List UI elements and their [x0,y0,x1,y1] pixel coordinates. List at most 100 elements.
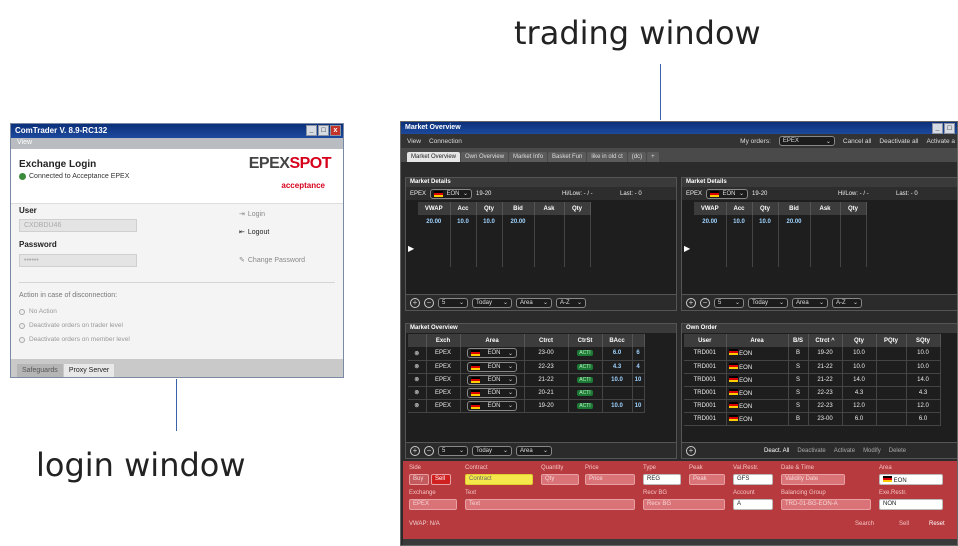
radio-member-level[interactable]: Deactivate orders on member level [19,336,130,343]
search-button[interactable]: Search [855,521,874,527]
area-select[interactable]: EON ⌄ [467,348,517,359]
tab-own-overview[interactable]: Own Overview [461,152,509,162]
close-icon[interactable]: x [330,125,341,136]
area-select[interactable]: EON ⌄ [467,400,517,411]
day-select[interactable]: Today ⌄ [748,297,788,308]
tab-like-old-ct[interactable]: like in old ct [587,152,627,162]
recv-bg-field[interactable]: Recv BG [643,499,725,510]
close-icon[interactable]: ⊗ [408,373,427,387]
close-icon[interactable]: ⊗ [408,347,427,361]
own-order-pane: Own Order User Area B/S Ctrct ^ Qty PQty SQty … [681,323,957,459]
depth-select[interactable]: 5 ⌄ [714,297,744,308]
login-heading: Exchange Login [19,159,97,170]
close-icon[interactable]: ⊗ [408,399,427,413]
area-select[interactable]: EON [879,474,943,485]
menu-view[interactable]: View [407,138,421,145]
tab-market-info[interactable]: Market Info [509,152,548,162]
exchange-select[interactable]: EPEX [409,499,457,510]
area-select[interactable]: EON ⌄ [467,387,517,398]
price-field[interactable]: Price [585,474,635,485]
deactivate-all-button[interactable]: Deactivate all [879,138,918,145]
trading-title-bar: Market Overview _ □ [401,122,957,134]
pane-title: Market Details [406,178,676,187]
add-icon[interactable]: + [410,297,420,308]
add-icon[interactable]: + [410,445,420,456]
table-row: ⊗ EPEX EON ⌄ 23-00 ACTI 6.0 6 [408,347,645,361]
minimize-icon[interactable]: _ [306,125,317,136]
tab-basket-fun[interactable]: Basket Fun [548,152,587,162]
login-status: Connected to Acceptance EPEX [19,173,129,180]
play-icon: ▶ [684,244,691,253]
add-tab-button[interactable]: + [647,152,659,162]
add-icon[interactable]: + [686,445,696,456]
activate-all-button[interactable]: Activate a [926,138,955,145]
reset-button[interactable]: Reset [929,521,945,527]
tab-dc[interactable]: (dc) [627,152,647,162]
activate-button[interactable]: Activate [834,448,855,454]
peak-field[interactable]: Peak [689,474,725,485]
area-filter-select[interactable]: Area ⌄ [516,445,552,456]
validity-restriction-select[interactable]: GFS [733,474,773,485]
day-select[interactable]: Today ⌄ [472,297,512,308]
sell-button[interactable]: Sell [431,474,451,485]
quantity-field[interactable]: Qty [541,474,579,485]
login-button[interactable]: ⇥ Login [239,210,265,219]
chevron-down-icon: ⌄ [825,138,831,145]
logout-button[interactable]: ⇤ Logout [239,228,269,237]
trading-window: Market Overview _ □ View Connection My or… [400,121,958,546]
execution-restriction-select[interactable]: NON [879,499,943,510]
radio-trader-level[interactable]: Deactivate orders on trader level [19,322,123,329]
account-select[interactable]: A [733,499,773,510]
area-select[interactable]: EON ⌄ [467,361,517,372]
change-password-button[interactable]: ✎ Change Password [239,256,305,265]
market-details-footer: + − 5 ⌄ Today ⌄ Area ⌄ A-Z ⌄ [682,294,957,310]
password-field[interactable]: •••••• [19,254,137,267]
login-header: Exchange Login Connected to Acceptance E… [11,149,343,204]
edit-icon: ✎ [239,257,245,264]
user-field[interactable]: CXDBDU46 [19,219,137,232]
market-details-footer: + − 5 ⌄ Today ⌄ Area ⌄ A-Z ⌄ [406,294,676,310]
deactivate-button[interactable]: Deactivate [797,448,825,454]
depth-select[interactable]: 5 ⌄ [438,297,468,308]
sort-select[interactable]: A-Z ⌄ [832,297,862,308]
tab-proxy-server[interactable]: Proxy Server [63,364,115,377]
cancel-all-button[interactable]: Cancel all [843,138,872,145]
balancing-group-select[interactable]: TRD-01-BG-EON-A [781,499,871,510]
text-field[interactable]: Text [465,499,635,510]
disconnect-action-label: Action in case of disconnection: [19,292,118,299]
table-row: ⊗ EPEX EON ⌄ 22-23 ACTI 4.3 4 [408,360,645,374]
remove-icon[interactable]: − [700,297,710,308]
my-orders-select[interactable]: EPEX ⌄ [778,136,835,146]
area-filter-select[interactable]: Area ⌄ [792,297,828,308]
maximize-icon[interactable]: □ [944,123,955,134]
depth-select[interactable]: 5 ⌄ [438,445,468,456]
area-filter-select[interactable]: Area ⌄ [516,297,552,308]
modify-button[interactable]: Modify [863,448,881,454]
sell-submit-button[interactable]: Sell [899,521,909,527]
sort-select[interactable]: A-Z ⌄ [556,297,586,308]
remove-icon[interactable]: − [424,297,434,308]
buy-button[interactable]: Buy [409,474,429,485]
area-select[interactable]: EON ⌄ [430,188,473,199]
tab-safeguards[interactable]: Safeguards [17,364,63,377]
close-icon[interactable]: ⊗ [408,360,427,374]
delete-button[interactable]: Delete [889,448,906,454]
day-select[interactable]: Today ⌄ [472,445,512,456]
validity-date-field[interactable]: Validity Date [781,474,845,485]
minimize-icon[interactable]: _ [932,123,943,134]
area-select[interactable]: EON ⌄ [706,188,749,199]
add-icon[interactable]: + [686,297,696,308]
menu-connection[interactable]: Connection [429,138,462,145]
close-icon[interactable]: ⊗ [408,386,427,400]
deact-all-button[interactable]: Deact. All [764,448,789,454]
my-orders-label: My orders: [740,137,771,145]
contract-field[interactable]: Contract [465,474,533,485]
tab-market-overview[interactable]: Market Overview [407,152,461,162]
radio-no-action[interactable]: No Action [19,308,57,315]
login-menu-view[interactable]: View [11,138,343,149]
area-select[interactable]: EON ⌄ [467,374,517,385]
maximize-icon[interactable]: □ [318,125,329,136]
type-select[interactable]: REG [643,474,681,485]
remove-icon[interactable]: − [424,445,434,456]
table-row: TRD001 EON B 23-00 6.0 6.0 [684,412,941,426]
